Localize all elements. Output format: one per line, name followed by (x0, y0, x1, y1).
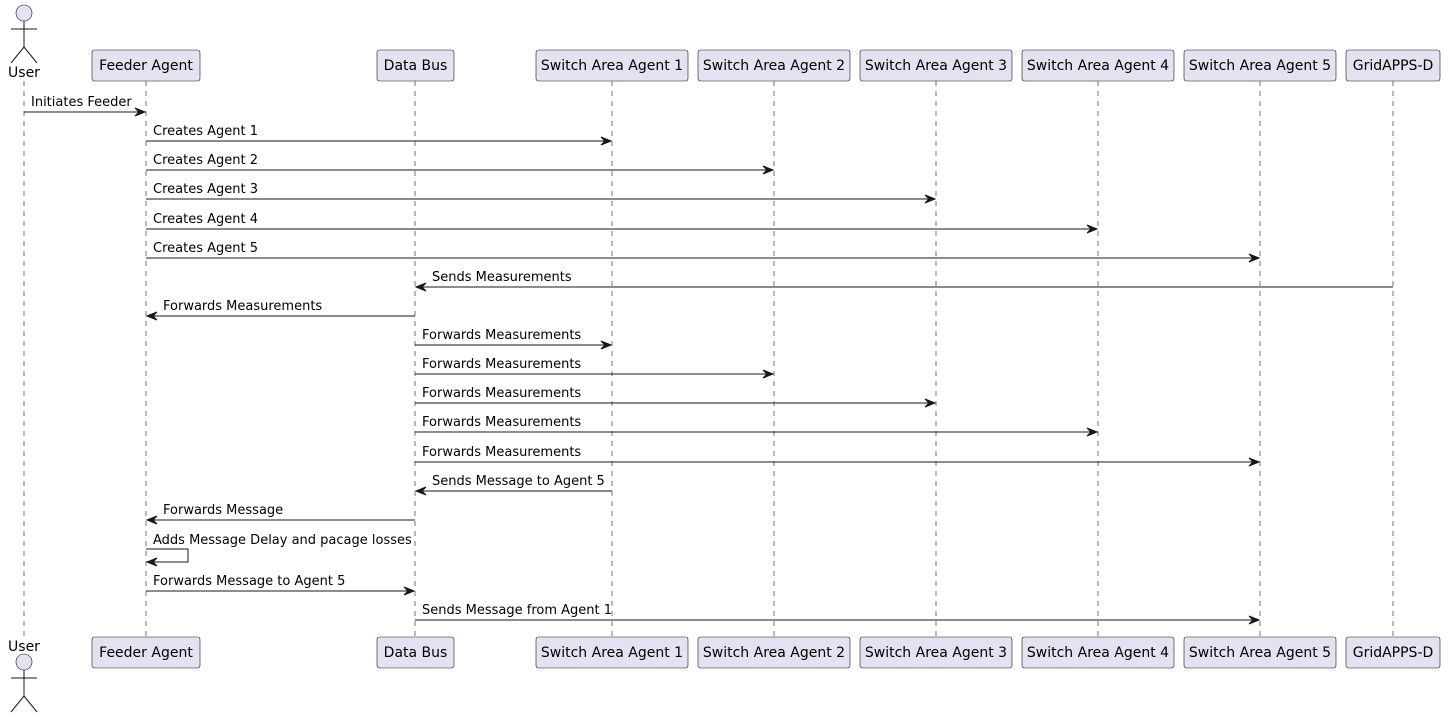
message-3: Creates Agent 2 (146, 153, 775, 175)
participant-label-user-bottom: User (8, 639, 40, 655)
message-15: Forwards Message (145, 503, 415, 525)
message-label: Sends Measurements (432, 270, 572, 285)
participant-label: Switch Area Agent 5 (1189, 645, 1331, 661)
actor-icon-bottom (10, 653, 38, 713)
participant-label: Switch Area Agent 1 (541, 645, 683, 661)
participant-sa5-top: Switch Area Agent 5 (1183, 49, 1337, 82)
message-label: Sends Message to Agent 5 (432, 474, 605, 489)
participant-bus-bottom: Data Bus (376, 636, 455, 669)
message-label: Creates Agent 4 (153, 212, 258, 227)
participant-label: GridAPPS-D (1353, 58, 1434, 74)
message-label: Forwards Measurements (422, 386, 581, 401)
participant-sa5-bottom: Switch Area Agent 5 (1183, 636, 1337, 669)
message-4: Creates Agent 3 (146, 182, 937, 204)
participant-label: Switch Area Agent 2 (703, 58, 845, 74)
participant-label-user-top: User (8, 65, 40, 81)
participant-sa3-bottom: Switch Area Agent 3 (859, 636, 1013, 669)
sequence-diagram-canvas: User User Feeder Agent Feeder Agent Data Bus… (8, 4, 1441, 713)
actor-left-leg (10, 46, 25, 64)
message-label: Creates Agent 3 (153, 182, 258, 197)
message-17: Forwards Message to Agent 5 (146, 574, 416, 596)
participant-gridapps-bottom: GridAPPS-D (1345, 636, 1441, 669)
participant-label: Switch Area Agent 4 (1027, 645, 1169, 661)
message-16: Adds Message Delay and pacage losses (145, 533, 412, 567)
participant-label: GridAPPS-D (1353, 645, 1434, 661)
participant-sa4-top: Switch Area Agent 4 (1021, 49, 1175, 82)
actor-icon-top (10, 4, 38, 64)
participant-feeder-bottom: Feeder Agent (91, 636, 201, 669)
message-6: Creates Agent 5 (146, 241, 1261, 263)
message-9: Forwards Measurements (415, 328, 613, 350)
message-label: Forwards Measurements (422, 415, 581, 430)
message-label: Adds Message Delay and pacage losses (153, 533, 412, 548)
actor-head (15, 4, 33, 22)
participant-label: Feeder Agent (99, 58, 193, 74)
participant-sa3-top: Switch Area Agent 3 (859, 49, 1013, 82)
participant-label: Switch Area Agent 5 (1189, 58, 1331, 74)
message-13: Forwards Measurements (415, 445, 1261, 467)
message-label: Forwards Measurements (422, 445, 581, 460)
participant-label: Switch Area Agent 3 (865, 58, 1007, 74)
message-label: Creates Agent 5 (153, 241, 258, 256)
participant-sa1-bottom: Switch Area Agent 1 (535, 636, 689, 669)
actor-right-leg (23, 695, 38, 713)
participant-sa2-top: Switch Area Agent 2 (697, 49, 851, 82)
sequence-diagram: User User Feeder Agent Feeder Agent Data Bus… (0, 0, 1445, 718)
actor-left-leg (10, 695, 25, 713)
message-label: Forwards Message to Agent 5 (153, 574, 345, 589)
message-2: Creates Agent 1 (146, 124, 613, 146)
message-5: Creates Agent 4 (146, 212, 1099, 234)
message-label: Creates Agent 2 (153, 153, 258, 168)
participant-gridapps-top: GridAPPS-D (1345, 49, 1441, 82)
actor-right-leg (23, 46, 38, 64)
participant-sa1-top: Switch Area Agent 1 (535, 49, 689, 82)
message-label: Initiates Feeder (31, 95, 132, 110)
message-14: Sends Message to Agent 5 (414, 474, 612, 496)
participant-label: Data Bus (384, 645, 448, 661)
message-18: Sends Message from Agent 1 (415, 603, 1261, 625)
message-7: Sends Measurements (414, 270, 1393, 292)
message-label: Forwards Measurements (422, 328, 581, 343)
participant-label: Data Bus (384, 58, 448, 74)
message-label: Forwards Measurements (163, 299, 322, 314)
message-label: Sends Message from Agent 1 (422, 603, 612, 618)
message-12: Forwards Measurements (415, 415, 1099, 437)
participant-label: Switch Area Agent 3 (865, 645, 1007, 661)
message-label: Creates Agent 1 (153, 124, 258, 139)
message-label: Forwards Message (163, 503, 283, 518)
message-1: Initiates Feeder (24, 95, 147, 117)
message-8: Forwards Measurements (145, 299, 415, 321)
participant-label: Switch Area Agent 2 (703, 645, 845, 661)
participant-feeder-top: Feeder Agent (91, 49, 201, 82)
actor-head (15, 653, 33, 671)
participant-sa2-bottom: Switch Area Agent 2 (697, 636, 851, 669)
message-10: Forwards Measurements (415, 357, 775, 379)
participant-label: Feeder Agent (99, 645, 193, 661)
participant-label: Switch Area Agent 1 (541, 58, 683, 74)
message-label: Forwards Measurements (422, 357, 581, 372)
participant-sa4-bottom: Switch Area Agent 4 (1021, 636, 1175, 669)
participant-bus-top: Data Bus (376, 49, 455, 82)
participant-label: Switch Area Agent 4 (1027, 58, 1169, 74)
message-11: Forwards Measurements (415, 386, 937, 408)
